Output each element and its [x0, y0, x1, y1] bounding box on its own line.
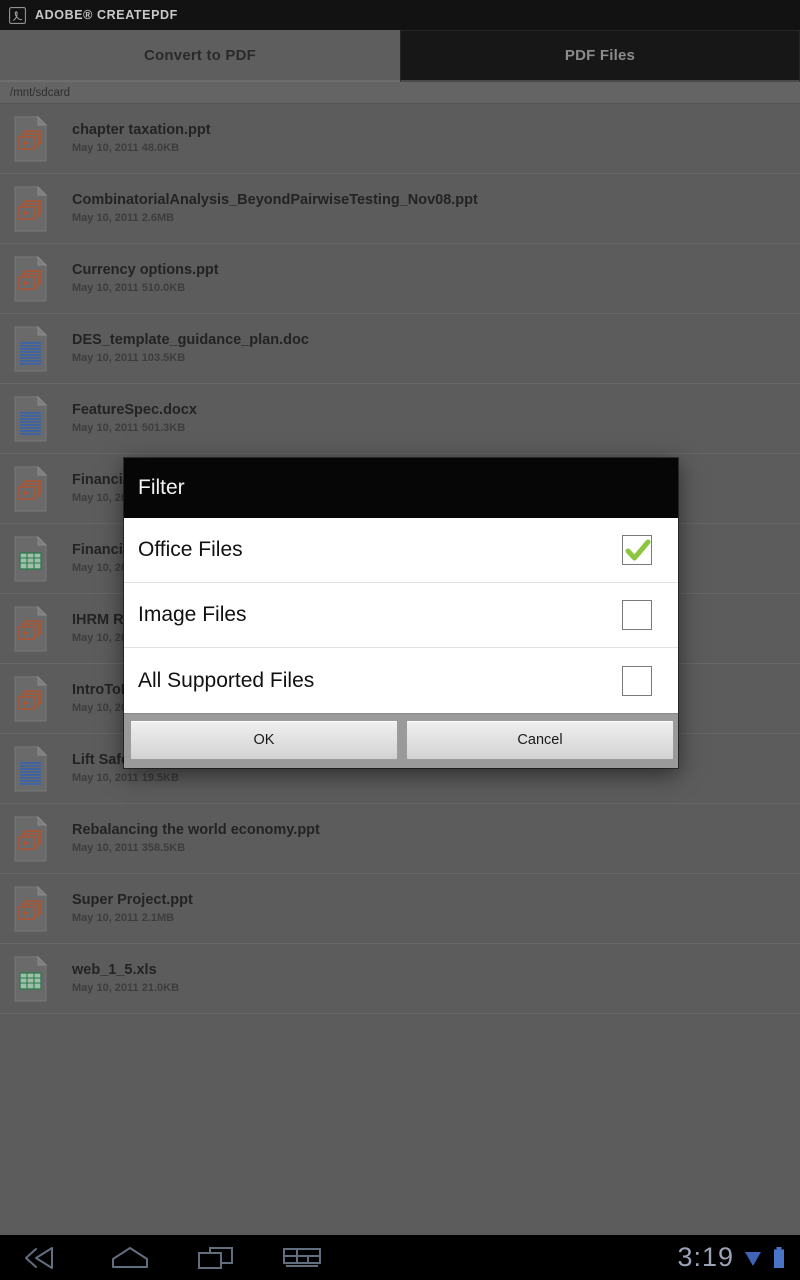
xls-file-icon	[14, 955, 48, 1001]
file-date-size: May 10, 2011 2.1MB	[72, 911, 175, 924]
xls-file-icon	[14, 535, 48, 581]
status-clock: 3:19	[677, 1242, 734, 1272]
doc-file-icon	[14, 325, 48, 371]
file-row[interactable]: web_1_5.xls May 10, 2011 21.0KB	[0, 944, 800, 1014]
file-meta: Currency options.ppt May 10, 2011 510.0KB	[72, 261, 219, 294]
filter-option-label: All Supported Files	[138, 668, 315, 692]
file-date-size: May 10, 2011 19.5KB	[72, 771, 180, 784]
filter-dialog: Filter Office Files Image Files All Suppor…	[124, 458, 678, 768]
file-date-size: May 10, 2011 501.3KB	[72, 421, 186, 434]
app-bar: ADOBE® CREATEPDF	[0, 0, 800, 30]
nav-icon-group	[0, 1245, 324, 1271]
system-navigation-bar: 3:19	[0, 1235, 800, 1280]
file-row[interactable]: Currency options.ppt May 10, 2011 510.0KB	[0, 244, 800, 314]
file-name: Super Project.ppt	[72, 891, 193, 908]
tab-bar: Convert to PDF PDF Files	[0, 30, 800, 82]
file-meta: Super Project.ppt May 10, 2011 2.1MB	[72, 891, 193, 924]
file-name: Currency options.ppt	[72, 261, 219, 278]
keyboard-icon[interactable]	[280, 1245, 324, 1271]
back-icon[interactable]	[22, 1245, 66, 1271]
battery-icon	[774, 1246, 784, 1268]
current-path: /mnt/sdcard	[10, 86, 71, 99]
cancel-button-label: Cancel	[517, 732, 563, 748]
tab-convert-to-pdf-label: Convert to PDF	[144, 46, 256, 64]
check-icon	[625, 539, 651, 561]
status-icon-group: 3:19	[677, 1242, 800, 1273]
ppt-file-icon	[14, 465, 48, 511]
ppt-file-icon	[14, 115, 48, 161]
ok-button[interactable]: OK	[130, 720, 398, 760]
filter-option-checkbox[interactable]	[622, 665, 652, 696]
file-date-size: May 10, 2011 21.0KB	[72, 981, 180, 994]
ppt-file-icon	[14, 675, 48, 721]
ppt-file-icon	[14, 815, 48, 861]
file-row[interactable]: Super Project.ppt May 10, 2011 2.1MB	[0, 874, 800, 944]
filter-option-checkbox[interactable]	[622, 535, 652, 565]
filter-option-row[interactable]: Image Files	[124, 583, 678, 648]
file-meta: chapter taxation.ppt May 10, 2011 48.0KB	[72, 121, 211, 154]
filter-option-row[interactable]: Office Files	[124, 518, 678, 583]
path-bar: /mnt/sdcard	[0, 82, 800, 104]
file-date-size: May 10, 2011 48.0KB	[72, 141, 180, 154]
wifi-icon	[745, 1251, 761, 1266]
file-date-size: May 10, 2011 103.5KB	[72, 351, 186, 364]
file-name: DES_template_guidance_plan.doc	[72, 331, 309, 348]
filter-dialog-title: Filter	[138, 476, 185, 499]
file-name: FeatureSpec.docx	[72, 401, 197, 418]
file-meta: FeatureSpec.docx May 10, 2011 501.3KB	[72, 401, 197, 434]
file-row[interactable]: DES_template_guidance_plan.doc May 10, 20…	[0, 314, 800, 384]
ppt-file-icon	[14, 255, 48, 301]
app-title: ADOBE® CREATEPDF	[35, 8, 178, 22]
recent-apps-icon[interactable]	[194, 1245, 238, 1271]
doc-file-icon	[14, 395, 48, 441]
file-meta: Rebalancing the world economy.ppt May 10,…	[72, 821, 320, 854]
screen: ADOBE® CREATEPDF Convert to PDF PDF File…	[0, 0, 800, 1280]
filter-option-checkbox[interactable]	[622, 600, 652, 630]
file-meta: CombinatorialAnalysis_BeyondPairwiseTest…	[72, 191, 478, 224]
ok-button-label: OK	[253, 732, 275, 748]
file-name: Rebalancing the world economy.ppt	[72, 821, 320, 838]
file-row[interactable]: FeatureSpec.docx May 10, 2011 501.3KB	[0, 384, 800, 454]
filter-dialog-body: Office Files Image Files All Supported Fil…	[124, 518, 678, 713]
file-meta: DES_template_guidance_plan.doc May 10, 20…	[72, 331, 309, 364]
file-date-size: May 10, 2011 510.0KB	[72, 281, 186, 294]
ppt-file-icon	[14, 185, 48, 231]
home-icon[interactable]	[108, 1245, 152, 1271]
tab-pdf-files[interactable]: PDF Files	[400, 30, 800, 82]
ppt-file-icon	[14, 605, 48, 651]
filter-dialog-header: Filter	[124, 458, 678, 518]
cancel-button[interactable]: Cancel	[406, 720, 674, 760]
file-name: chapter taxation.ppt	[72, 121, 211, 138]
filter-option-label: Image Files	[138, 603, 247, 626]
file-meta: web_1_5.xls May 10, 2011 21.0KB	[72, 961, 180, 994]
file-name: CombinatorialAnalysis_BeyondPairwiseTest…	[72, 191, 478, 208]
file-date-size: May 10, 2011 2.6MB	[72, 211, 175, 224]
file-date-size: May 10, 2011 358.5KB	[72, 841, 186, 854]
file-row[interactable]: CombinatorialAnalysis_BeyondPairwiseTest…	[0, 174, 800, 244]
file-row[interactable]: chapter taxation.ppt May 10, 2011 48.0KB	[0, 104, 800, 174]
tab-pdf-files-label: PDF Files	[564, 47, 636, 64]
file-name: web_1_5.xls	[72, 961, 157, 978]
filter-option-row[interactable]: All Supported Files	[124, 648, 678, 713]
filter-option-label: Office Files	[138, 538, 243, 561]
tab-convert-to-pdf[interactable]: Convert to PDF	[0, 30, 400, 82]
adobe-pdf-logo-icon	[9, 6, 26, 24]
filter-dialog-button-bar: OK Cancel	[124, 713, 678, 768]
file-row[interactable]: Rebalancing the world economy.ppt May 10,…	[0, 804, 800, 874]
ppt-file-icon	[14, 885, 48, 931]
doc-file-icon	[14, 745, 48, 791]
